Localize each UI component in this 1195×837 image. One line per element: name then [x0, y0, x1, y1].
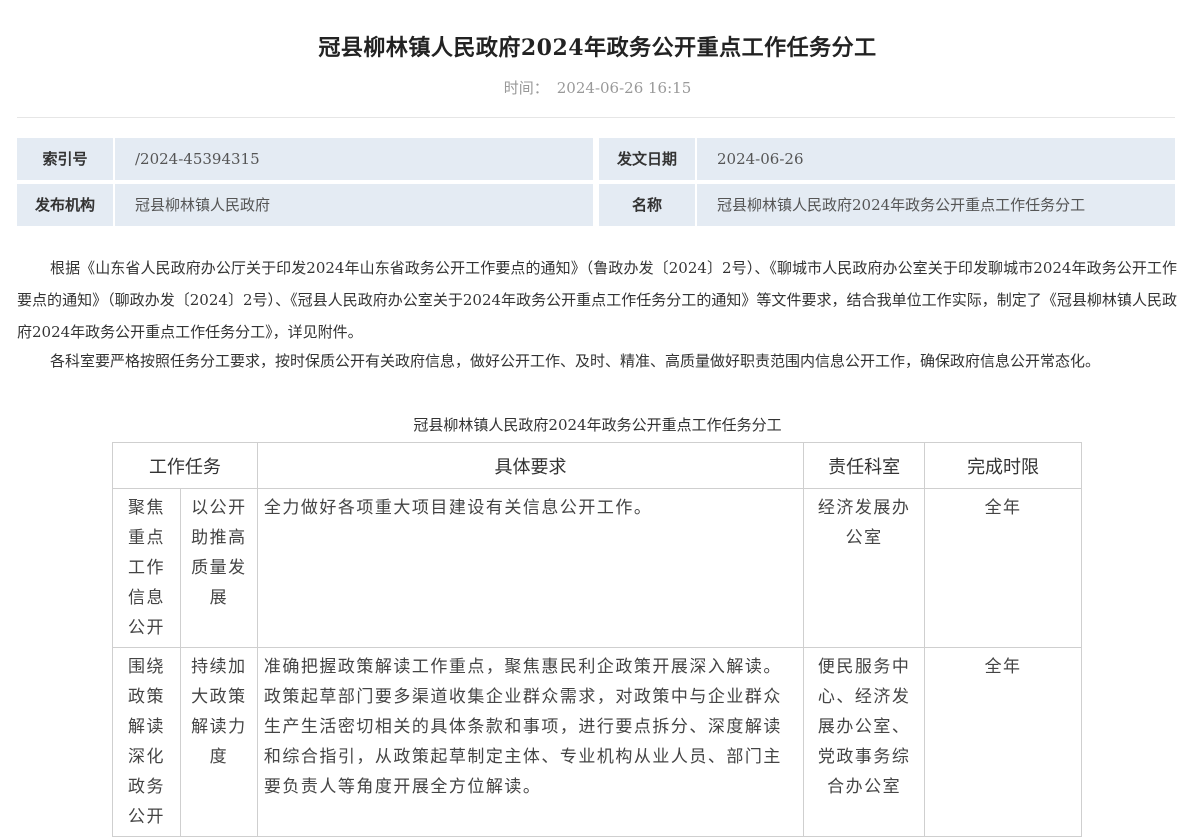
index-value: /2024-45394315	[115, 138, 593, 180]
task-table: 工作任务 具体要求 责任科室 完成时限 聚焦重点工作信息公开 以公开助推高质量发…	[112, 442, 1082, 837]
task-category: 聚焦重点工作信息公开	[112, 488, 181, 648]
task-deadline: 全年	[924, 488, 1082, 648]
org-value: 冠县柳林镇人民政府	[115, 184, 593, 226]
body-paragraph: 各科室要严格按照任务分工要求，按时保质公开有关政府信息，做好公开工作、及时、精准…	[50, 352, 1101, 370]
header-task: 工作任务	[112, 442, 258, 489]
index-label: 索引号	[17, 138, 113, 180]
org-label: 发布机构	[17, 184, 113, 226]
time-label: 时间：	[503, 79, 549, 97]
header-deadline: 完成时限	[924, 442, 1082, 489]
task-deadline: 全年	[924, 647, 1082, 837]
table-caption: 冠县柳林镇人民政府2024年政务公开重点工作任务分工	[413, 416, 782, 434]
title-divider	[17, 117, 1175, 118]
date-value: 2024-06-26	[697, 138, 1175, 180]
table-header-row: 工作任务 具体要求 责任科室 完成时限	[112, 442, 1082, 489]
body-paragraph: 根据《山东省人民政府办公厅关于印发2024年山东省政务公开工作要点的通知》（鲁政…	[17, 259, 1177, 341]
info-row-1: 索引号 /2024-45394315 发文日期 2024-06-26	[17, 138, 1175, 180]
page-title: 冠县柳林镇人民政府2024年政务公开重点工作任务分工	[318, 35, 877, 61]
time-value: 2024-06-26 16:15	[556, 79, 692, 97]
header-requirement: 具体要求	[256, 442, 805, 489]
table-row: 围绕政策解读深化政务公开 持续加大政策解读力度 准确把握政策解读工作重点，聚焦惠…	[112, 647, 1082, 837]
table-row: 聚焦重点工作信息公开 以公开助推高质量发展 全力做好各项重大项目建设有关信息公开…	[112, 488, 1082, 648]
task-department: 经济发展办公室	[803, 488, 926, 648]
task-requirement: 准确把握政策解读工作重点，聚焦惠民利企政策开展深入解读。政策起草部门要多渠道收集…	[256, 647, 805, 837]
date-label: 发文日期	[599, 138, 695, 180]
publish-time: 时间： 2024-06-26 16:15	[0, 77, 1195, 98]
task-subtask: 持续加大政策解读力度	[179, 647, 258, 837]
document-info-table: 索引号 /2024-45394315 发文日期 2024-06-26 发布机构 …	[17, 138, 1175, 230]
name-value: 冠县柳林镇人民政府2024年政务公开重点工作任务分工	[697, 184, 1175, 226]
task-requirement: 全力做好各项重大项目建设有关信息公开工作。	[256, 488, 805, 648]
task-category: 围绕政策解读深化政务公开	[112, 647, 181, 837]
task-department: 便民服务中心、经济发展办公室、党政事务综合办公室	[803, 647, 926, 837]
info-row-2: 发布机构 冠县柳林镇人民政府 名称 冠县柳林镇人民政府2024年政务公开重点工作…	[17, 184, 1175, 226]
task-subtask: 以公开助推高质量发展	[179, 488, 258, 648]
name-label: 名称	[599, 184, 695, 226]
header-department: 责任科室	[803, 442, 926, 489]
